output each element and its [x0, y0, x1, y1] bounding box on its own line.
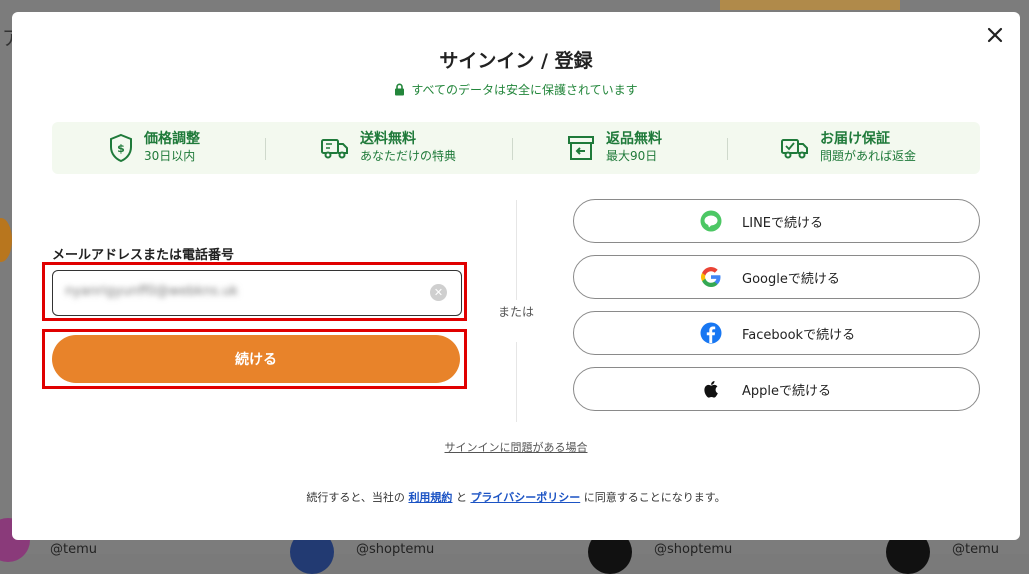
facebook-signin-button[interactable]: Facebookで続ける: [573, 311, 980, 355]
return-box-icon: [568, 135, 594, 160]
line-icon: [700, 210, 722, 232]
close-icon: [987, 27, 1003, 43]
lock-icon: [395, 83, 405, 96]
continue-button[interactable]: 続ける: [52, 335, 460, 383]
benefit-subtitle: 問題があれば返金: [820, 149, 917, 163]
divider: [512, 138, 513, 160]
signin-modal: サインイン / 登録 すべてのデータは安全に保護されています $ 価格調整 30…: [12, 12, 1020, 540]
benefit-price-adjust: $ 価格調整 30日以内: [108, 131, 200, 164]
terms-notice: 続行すると、当社の 利用規約 と プライバシーポリシー に同意することになります…: [12, 489, 1020, 505]
background-handle: @shoptemu: [356, 542, 435, 557]
background-handle: @temu: [952, 542, 999, 557]
terms-of-use-link[interactable]: 利用規約: [408, 491, 452, 504]
terms-prefix: 続行すると、当社の: [306, 491, 405, 504]
modal-title: サインイン / 登録: [439, 50, 593, 72]
google-icon: [701, 267, 721, 287]
secure-text: すべてのデータは安全に保護されています: [411, 83, 638, 97]
background-banner: [720, 0, 900, 10]
truck-icon: [321, 138, 348, 158]
clear-input-button[interactable]: ✕: [430, 284, 447, 301]
svg-text:$: $: [117, 142, 125, 155]
line-signin-button[interactable]: LINEで続ける: [573, 199, 980, 243]
benefit-subtitle: 30日以内: [144, 149, 196, 163]
privacy-policy-link[interactable]: プライバシーポリシー: [470, 491, 580, 504]
or-text: または: [498, 305, 535, 319]
or-divider-line: [516, 200, 517, 300]
terms-suffix: に同意することになります。: [583, 491, 726, 504]
benefit-title: 返品無料: [606, 131, 662, 147]
benefit-title: 送料無料: [360, 131, 416, 147]
benefit-delivery-guarantee: お届け保証 問題があれば返金: [780, 131, 916, 164]
background-handle: @shoptemu: [654, 542, 733, 557]
delivery-check-icon: [781, 138, 808, 158]
signin-trouble-link[interactable]: サインインに問題がある場合: [12, 439, 1020, 455]
google-signin-label: Googleで続ける: [742, 272, 840, 287]
benefit-free-shipping: 送料無料 あなただけの特典: [320, 131, 456, 164]
benefit-subtitle: あなただけの特典: [360, 149, 457, 163]
secure-notice: すべてのデータは安全に保護されています: [12, 81, 1020, 98]
divider: [265, 138, 266, 160]
benefit-title: お届け保証: [820, 131, 890, 147]
facebook-signin-label: Facebookで続ける: [742, 328, 856, 343]
email-label: メールアドレスまたは電話番号: [52, 248, 235, 263]
signin-trouble-text[interactable]: サインインに問題がある場合: [445, 441, 588, 454]
email-field[interactable]: nyanrigyunff0@webkns.uk ✕: [52, 270, 462, 316]
apple-signin-label: Appleで続ける: [742, 384, 832, 399]
apple-signin-button[interactable]: Appleで続ける: [573, 367, 980, 411]
apple-icon: [704, 381, 718, 398]
benefit-title: 価格調整: [144, 131, 200, 147]
or-divider-line: [516, 342, 517, 422]
divider: [727, 138, 728, 160]
benefit-subtitle: 最大90日: [606, 149, 658, 163]
google-signin-button[interactable]: Googleで続ける: [573, 255, 980, 299]
clear-icon: ✕: [433, 286, 444, 299]
benefits-bar: $ 価格調整 30日以内 送料無料 あなただけの特典 返品無料 最大90日 お届…: [52, 122, 980, 174]
email-value: nyanrigyunff0@webkns.uk: [65, 284, 239, 299]
close-button[interactable]: [984, 24, 1006, 46]
price-shield-icon: $: [110, 133, 132, 162]
line-signin-label: LINEで続ける: [742, 216, 824, 231]
terms-and: と: [455, 491, 467, 504]
facebook-icon: [700, 322, 722, 344]
benefit-free-returns: 返品無料 最大90日: [566, 131, 662, 164]
background-handle: @temu: [50, 542, 97, 557]
